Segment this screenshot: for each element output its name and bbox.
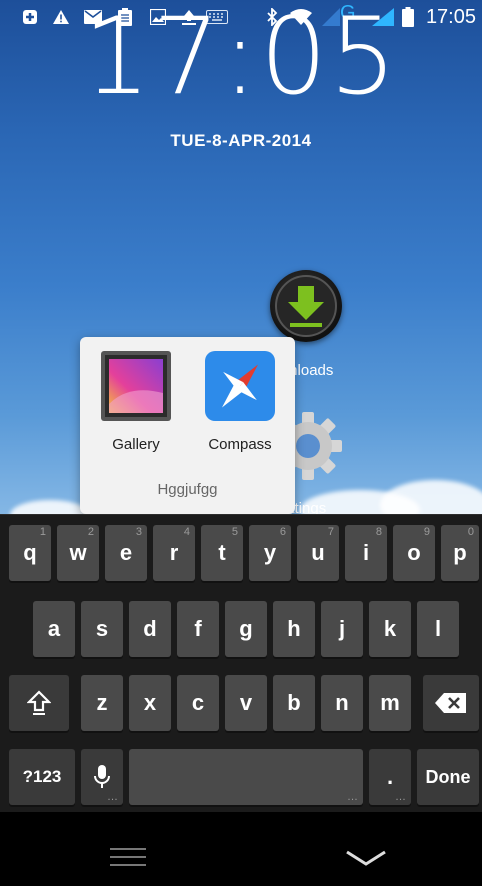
key-label: o [407,540,421,565]
key-label: v [239,690,253,715]
shift-icon [27,690,51,715]
key-u[interactable]: u7 [297,525,339,581]
gallery-app[interactable]: Gallery [88,349,184,453]
key-label: l [434,616,442,641]
key-h[interactable]: h [273,601,315,657]
navigation-bar [0,812,482,886]
key-o[interactable]: o9 [393,525,435,581]
key-m[interactable]: m [369,675,411,731]
period-key[interactable]: .… [369,749,411,805]
key-hint: 0 [467,526,474,538]
key-hint: 3 [135,526,142,538]
key-f[interactable]: f [177,601,219,657]
date-label: TUE-8-APR-2014 [170,131,312,150]
key-label: z [96,690,108,715]
key-label: j [338,616,346,641]
key-j[interactable]: j [321,601,363,657]
key-label: k [383,616,397,641]
gallery-label: Gallery [112,436,160,453]
key-e[interactable]: e3 [105,525,147,581]
key-hint: 9 [423,526,430,538]
key-label: p [453,540,467,565]
key-c[interactable]: c [177,675,219,731]
key-label: b [287,690,301,715]
key-label: Done [425,766,471,787]
key-label: e [119,540,133,565]
key-q[interactable]: q1 [9,525,51,581]
done-key[interactable]: Done [417,749,479,805]
key-hint: 2 [87,526,94,538]
key-g[interactable]: g [225,601,267,657]
more-dots: … [107,791,118,803]
key-hint: 8 [375,526,382,538]
key-label: g [239,616,253,641]
key-hint: 7 [327,526,334,538]
key-label: n [335,690,349,715]
compass-app[interactable]: Compass [192,349,288,453]
key-label: h [287,616,301,641]
key-n[interactable]: n [321,675,363,731]
key-l[interactable]: l [417,601,459,657]
key-label: . [386,764,394,789]
clock-large: 17:05 [83,0,399,118]
key-v[interactable]: v [225,675,267,731]
backspace-icon [435,693,466,713]
compass-label: Compass [208,436,272,453]
key-y[interactable]: y6 [249,525,291,581]
key-s[interactable]: s [81,601,123,657]
key-hint: 1 [39,526,46,538]
hide-keyboard-icon[interactable] [345,850,387,871]
key-hint: 5 [231,526,238,538]
key-label: w [69,540,87,565]
shift-key[interactable] [9,675,69,731]
voice-input-key[interactable]: … [81,749,123,805]
key-r[interactable]: r4 [153,525,195,581]
key-label: i [362,540,370,565]
key-hint: 6 [279,526,286,538]
menu-icon[interactable] [110,846,146,873]
key-a[interactable]: a [33,601,75,657]
space-key[interactable]: … [129,749,363,805]
folder-name[interactable]: Hggjufgg [80,481,295,498]
downloads-icon[interactable] [270,270,342,342]
gallery-icon [101,351,171,421]
key-label: c [191,690,205,715]
folder-popup: Gallery Compass Hggjufgg [80,337,295,514]
key-label: q [23,540,37,565]
key-t[interactable]: t5 [201,525,243,581]
key-label: a [47,616,61,641]
more-dots: … [395,791,406,803]
key-label: x [143,690,157,715]
key-i[interactable]: i8 [345,525,387,581]
key-hint: 4 [183,526,190,538]
key-x[interactable]: x [129,675,171,731]
key-label: u [311,540,325,565]
key-label: r [169,540,179,565]
more-dots: … [347,791,358,803]
key-label: y [263,540,277,565]
key-label: f [194,616,202,641]
backspace-key[interactable] [423,675,479,731]
key-label: t [218,540,226,565]
key-p[interactable]: p0 [441,525,479,581]
key-label: ?123 [22,767,62,786]
compass-icon [205,351,275,421]
key-label: d [143,616,157,641]
key-d[interactable]: d [129,601,171,657]
key-k[interactable]: k [369,601,411,657]
key-w[interactable]: w2 [57,525,99,581]
key-b[interactable]: b [273,675,315,731]
key-z[interactable]: z [81,675,123,731]
key-label: m [380,690,400,715]
soft-keyboard: q1 w2 e3 r4 t5 y6 u7 i8 o9 p0 a s d f g … [0,514,482,813]
microphone-icon [94,765,110,788]
symbols-key[interactable]: ?123 [9,749,75,805]
key-label: s [95,616,109,641]
